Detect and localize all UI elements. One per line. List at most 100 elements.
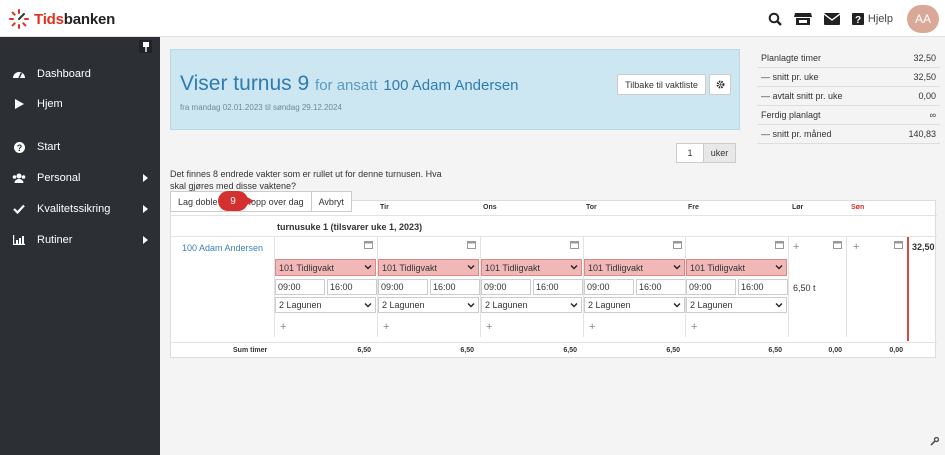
help-label: Hjelp [867, 13, 893, 25]
help-link[interactable]: ? Hjelp [851, 13, 893, 25]
day-cell-tue: 101 Tidligvakt 09:00 16:00 2 Lagunen + [377, 237, 480, 337]
sidebar-item-label: Personal [37, 172, 81, 184]
chevron-down-icon [673, 303, 681, 308]
day-header-fri: Fre [688, 204, 699, 211]
day-header-wed: Ons [483, 204, 497, 211]
calendar-icon[interactable] [364, 241, 373, 249]
add-shift-button[interactable]: + [691, 321, 697, 333]
calendar-icon[interactable] [833, 241, 842, 249]
employee-link[interactable]: 100 Adam Andersen [182, 243, 263, 253]
stat-row: Planlagte timer 32,50 [757, 49, 940, 68]
saturday-hours: 6,50 t [793, 283, 816, 293]
day-cell-mon: 101 Tidligvakt 09:00 16:00 2 Lagunen + [274, 237, 377, 337]
sidebar-item-start[interactable]: ? Start [0, 134, 160, 160]
chevron-down-icon [364, 303, 372, 308]
chevron-down-icon [775, 303, 783, 308]
start-time-input[interactable]: 09:00 [275, 279, 325, 295]
add-shift-button[interactable]: + [853, 241, 859, 253]
sidebar-item-personal[interactable]: Personal [0, 165, 160, 191]
chevron-down-icon [570, 303, 578, 308]
changed-shifts-actions: Lag doble v Hopp over dag Avbryt [170, 191, 352, 212]
question-icon: ? [12, 141, 26, 153]
changed-shifts-message: Det finnes 8 endrede vakter som er rulle… [170, 169, 442, 191]
svg-text:?: ? [16, 143, 22, 153]
start-time-input[interactable]: 09:00 [584, 279, 634, 295]
divider [171, 215, 937, 216]
sum-wed: 6,50 [563, 347, 577, 354]
back-to-shiftlist-button[interactable]: Tilbake til vaktliste [617, 74, 706, 95]
stat-row: — snitt pr. uke 32,50 [757, 68, 940, 87]
settings-button[interactable] [709, 74, 731, 95]
day-cell-fri: 101 Tidligvakt 09:00 16:00 2 Lagunen + [685, 237, 788, 337]
day-cell-sat: + 6,50 t [788, 237, 846, 337]
sidebar-item-label: Start [37, 141, 61, 153]
check-icon [12, 204, 26, 214]
week-count-field[interactable]: 1 uker [676, 143, 736, 163]
add-shift-button[interactable]: + [793, 241, 799, 253]
chevron-down-icon [364, 265, 372, 270]
location-select[interactable]: 2 Lagunen [584, 297, 685, 313]
chevron-down-icon [570, 265, 578, 270]
store-icon[interactable] [793, 12, 812, 26]
stat-row: Ferdig planlagt ∞ [757, 106, 940, 125]
day-cell-thu: 101 Tidligvakt 09:00 16:00 2 Lagunen + [583, 237, 686, 337]
day-header-sun: Søn [851, 204, 865, 211]
chevron-down-icon [467, 265, 475, 270]
location-select[interactable]: 2 Lagunen [686, 297, 787, 313]
calendar-icon[interactable] [894, 241, 903, 249]
start-time-input[interactable]: 09:00 [481, 279, 531, 295]
calendar-icon[interactable] [775, 241, 784, 249]
pin-icon[interactable] [139, 40, 152, 53]
end-time-input[interactable]: 16:00 [533, 279, 583, 295]
shift-select[interactable]: 101 Tidligvakt [584, 259, 685, 276]
calendar-icon[interactable] [673, 241, 682, 249]
add-shift-button[interactable]: + [383, 321, 389, 333]
calendar-icon[interactable] [570, 241, 579, 249]
add-shift-button[interactable]: + [589, 321, 595, 333]
rota-week-title: turnusuke 1 (tilsvarer uke 1, 2023) [277, 222, 423, 232]
date-range: fra mandag 02.01.2023 til søndag 29.12.2… [180, 103, 342, 112]
svg-text:?: ? [855, 15, 861, 25]
location-select[interactable]: 2 Lagunen [481, 297, 582, 313]
chevron-down-icon [673, 265, 681, 270]
wrench-icon[interactable] [930, 433, 940, 451]
search-icon[interactable] [768, 12, 782, 26]
sum-sat: 0,00 [828, 347, 842, 354]
user-avatar[interactable]: AA [907, 5, 939, 33]
sum-sun: 0,00 [889, 347, 903, 354]
shift-select[interactable]: 101 Tidligvakt [378, 259, 479, 276]
end-time-input[interactable]: 16:00 [430, 279, 480, 295]
chevron-down-icon [467, 303, 475, 308]
week-count-value[interactable]: 1 [677, 144, 703, 162]
start-time-input[interactable]: 09:00 [378, 279, 428, 295]
shift-select[interactable]: 101 Tidligvakt [686, 259, 787, 276]
divider [171, 342, 937, 343]
sidebar-item-dashboard[interactable]: Dashboard [0, 61, 160, 87]
employee-name: 100 Adam Andersen [383, 77, 519, 94]
tidsbanken-logo[interactable]: Tidsbanken [8, 8, 115, 30]
calendar-icon[interactable] [467, 241, 476, 249]
rota-header-panel: Viser turnus 9 for ansatt 100 Adam Ander… [170, 49, 740, 130]
chart-icon [12, 235, 26, 245]
shift-select[interactable]: 101 Tidligvakt [481, 259, 582, 276]
stat-row: — snitt pr. måned 140,83 [757, 125, 940, 144]
end-time-input[interactable]: 16:00 [738, 279, 788, 295]
week-total-hours: 32,50 [912, 242, 935, 252]
day-header-tue: Tir [380, 204, 389, 211]
sidebar-item-kvalitetssikring[interactable]: Kvalitetssikring [0, 196, 160, 222]
end-time-input[interactable]: 16:00 [636, 279, 686, 295]
location-select[interactable]: 2 Lagunen [378, 297, 479, 313]
start-time-input[interactable]: 09:00 [686, 279, 736, 295]
shift-select[interactable]: 101 Tidligvakt [275, 259, 376, 276]
sidebar-item-rutiner[interactable]: Rutiner [0, 227, 160, 253]
location-select[interactable]: 2 Lagunen [275, 297, 376, 313]
add-shift-button[interactable]: + [280, 321, 286, 333]
cancel-button[interactable]: Avbryt [310, 191, 352, 212]
sum-tue: 6,50 [460, 347, 474, 354]
caret-right-icon [143, 204, 148, 216]
sidebar-item-label: Rutiner [37, 234, 73, 246]
sidebar-item-hjem[interactable]: Hjem [0, 91, 160, 117]
add-shift-button[interactable]: + [486, 321, 492, 333]
mail-icon[interactable] [823, 13, 840, 25]
end-time-input[interactable]: 16:00 [327, 279, 377, 295]
